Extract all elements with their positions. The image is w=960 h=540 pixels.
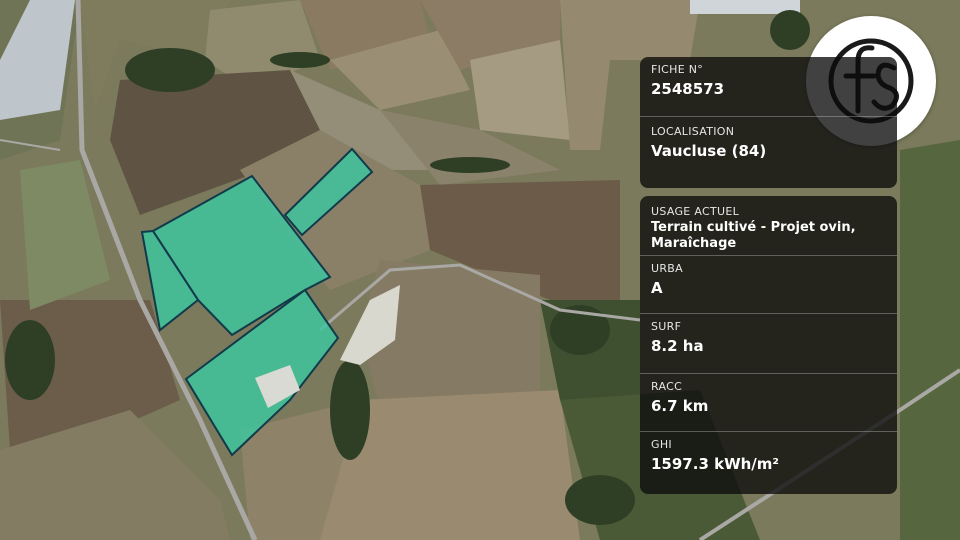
ghi-value: 1597.3 kWh/m² bbox=[651, 455, 779, 473]
urba-section: URBA A bbox=[640, 256, 897, 314]
localisation-label: LOCALISATION bbox=[651, 125, 735, 138]
racc-label: RACC bbox=[651, 380, 683, 393]
urba-label: URBA bbox=[651, 262, 683, 275]
parcel-details-card: USAGE ACTUEL Terrain cultivé - Projet ov… bbox=[640, 196, 897, 494]
parcel-header-card: FICHE N° 2548573 LOCALISATION Vaucluse (… bbox=[640, 57, 897, 188]
ghi-label: GHI bbox=[651, 438, 672, 451]
usage-label: USAGE ACTUEL bbox=[651, 205, 740, 218]
surf-value: 8.2 ha bbox=[651, 337, 704, 355]
ghi-section: GHI 1597.3 kWh/m² bbox=[640, 432, 897, 492]
fiche-section: FICHE N° 2548573 bbox=[640, 57, 897, 117]
surf-label: SURF bbox=[651, 320, 682, 333]
fiche-value: 2548573 bbox=[651, 80, 725, 98]
racc-value: 6.7 km bbox=[651, 397, 709, 415]
localisation-section: LOCALISATION Vaucluse (84) bbox=[640, 117, 897, 188]
fiche-label: FICHE N° bbox=[651, 63, 704, 76]
urba-value: A bbox=[651, 279, 663, 297]
surf-section: SURF 8.2 ha bbox=[640, 314, 897, 374]
usage-value-line2: Maraîchage bbox=[651, 236, 737, 251]
usage-section: USAGE ACTUEL Terrain cultivé - Projet ov… bbox=[640, 196, 897, 256]
racc-section: RACC 6.7 km bbox=[640, 374, 897, 432]
localisation-value: Vaucluse (84) bbox=[651, 142, 767, 160]
usage-value-line1: Terrain cultivé - Projet ovin, bbox=[651, 220, 856, 235]
